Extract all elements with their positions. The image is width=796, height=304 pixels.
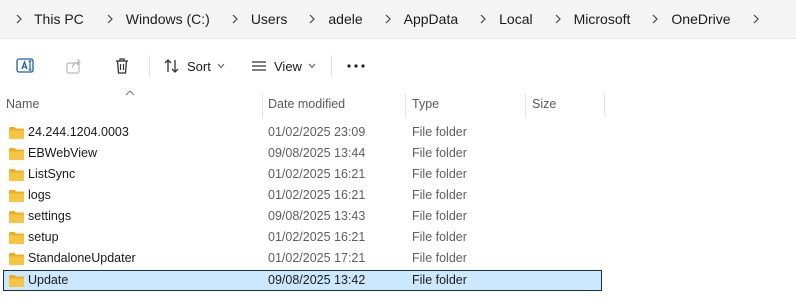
file-date-modified: 01/02/2025 16:21	[268, 167, 366, 181]
column-type[interactable]: Type	[412, 93, 522, 118]
folder-icon	[9, 169, 24, 181]
file-row[interactable]: setup 01/02/2025 16:21 File folder	[3, 227, 602, 248]
column-size[interactable]: Size	[532, 93, 602, 118]
folder-icon	[9, 253, 24, 265]
breadcrumb: This PC Windows (C:) Users adele AppData…	[0, 0, 762, 38]
folder-icon	[9, 232, 24, 244]
rename-icon	[16, 58, 34, 73]
column-divider[interactable]	[604, 93, 605, 118]
breadcrumb-item-users[interactable]: Users	[249, 11, 290, 27]
breadcrumb-item-local[interactable]: Local	[497, 11, 534, 27]
chevron-right-icon[interactable]	[104, 13, 116, 25]
sort-label: Sort	[187, 58, 211, 74]
more-options-button[interactable]	[342, 52, 370, 80]
file-name: logs	[28, 188, 51, 202]
file-row[interactable]: StandaloneUpdater 01/02/2025 17:21 File …	[3, 248, 602, 269]
address-bar[interactable]: This PC Windows (C:) Users adele AppData…	[0, 0, 796, 39]
share-button[interactable]	[60, 52, 88, 80]
file-type: File folder	[412, 230, 467, 244]
chevron-right-icon[interactable]	[306, 13, 318, 25]
file-type: File folder	[412, 188, 467, 202]
breadcrumb-item-windows-c[interactable]: Windows (C:)	[124, 11, 212, 27]
share-icon	[66, 58, 81, 74]
chevron-down-icon	[217, 63, 225, 69]
view-icon	[252, 61, 266, 71]
file-date-modified: 01/02/2025 16:21	[268, 230, 366, 244]
folder-icon	[9, 275, 24, 287]
file-date-modified: 09/08/2025 13:42	[268, 273, 366, 287]
file-name: ListSync	[28, 167, 76, 181]
chevron-right-icon[interactable]	[750, 13, 762, 25]
toolbar-divider	[331, 55, 332, 77]
column-date-modified[interactable]: Date modified	[268, 93, 403, 118]
file-type: File folder	[412, 273, 467, 287]
view-button[interactable]: View	[250, 52, 322, 80]
folder-icon	[9, 148, 24, 160]
column-header: Name Date modified Type Size	[0, 90, 796, 118]
file-name: setup	[28, 230, 59, 244]
breadcrumb-item-adele[interactable]: adele	[326, 11, 364, 27]
column-name[interactable]: Name	[6, 93, 261, 118]
file-date-modified: 09/08/2025 13:43	[268, 209, 366, 223]
file-type: File folder	[412, 146, 467, 160]
breadcrumb-item-onedrive[interactable]: OneDrive	[669, 11, 732, 27]
file-row[interactable]: ListSync 01/02/2025 16:21 File folder	[3, 164, 602, 185]
file-row[interactable]: EBWebView 09/08/2025 13:44 File folder	[3, 143, 602, 164]
breadcrumb-item-this-pc[interactable]: This PC	[32, 11, 86, 27]
file-name: 24.244.1204.0003	[28, 125, 129, 139]
toolbar-divider	[149, 55, 150, 77]
file-name: Update	[28, 273, 69, 287]
file-row[interactable]: 24.244.1204.0003 01/02/2025 23:09 File f…	[3, 122, 602, 143]
file-date-modified: 01/02/2025 23:09	[268, 125, 366, 139]
file-type: File folder	[412, 167, 467, 181]
file-row[interactable]: logs 01/02/2025 16:21 File folder	[3, 185, 602, 206]
file-type: File folder	[412, 251, 467, 265]
column-divider[interactable]	[525, 93, 526, 118]
chevron-down-icon	[308, 63, 316, 69]
command-bar: Sort View	[0, 39, 796, 93]
chevron-right-icon[interactable]	[13, 13, 25, 25]
trash-icon	[116, 58, 128, 74]
folder-icon	[9, 127, 24, 139]
breadcrumb-item-appdata[interactable]: AppData	[402, 11, 460, 27]
column-divider[interactable]	[405, 93, 406, 118]
chevron-right-icon[interactable]	[477, 13, 489, 25]
sort-button[interactable]: Sort	[163, 52, 227, 80]
file-type: File folder	[412, 125, 467, 139]
rename-button[interactable]	[12, 52, 40, 80]
view-label: View	[274, 58, 302, 74]
chevron-right-icon[interactable]	[649, 13, 661, 25]
chevron-right-icon[interactable]	[382, 13, 394, 25]
breadcrumb-item-microsoft[interactable]: Microsoft	[572, 11, 633, 27]
file-row-selected[interactable]: Update 09/08/2025 13:42 File folder	[3, 270, 602, 291]
file-name: settings	[28, 209, 72, 223]
column-divider[interactable]	[262, 93, 263, 118]
more-icon	[347, 64, 365, 68]
file-date-modified: 01/02/2025 16:21	[268, 188, 366, 202]
delete-button[interactable]	[108, 52, 136, 80]
file-date-modified: 01/02/2025 17:21	[268, 251, 366, 265]
chevron-right-icon[interactable]	[552, 13, 564, 25]
folder-icon	[9, 211, 24, 223]
file-name: EBWebView	[28, 146, 98, 160]
chevron-right-icon[interactable]	[229, 13, 241, 25]
file-name: StandaloneUpdater	[28, 251, 136, 265]
file-row[interactable]: settings 09/08/2025 13:43 File folder	[3, 206, 602, 227]
folder-icon	[9, 190, 24, 202]
sort-icon	[164, 59, 179, 73]
file-type: File folder	[412, 209, 467, 223]
file-date-modified: 09/08/2025 13:44	[268, 146, 366, 160]
